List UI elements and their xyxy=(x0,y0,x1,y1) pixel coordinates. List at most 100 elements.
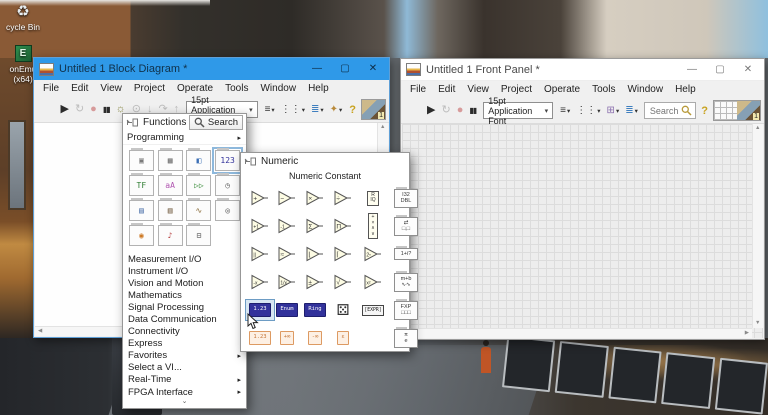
numeric-item-round-to-nearest[interactable]: ≈ xyxy=(277,246,297,262)
numeric-item-absolute-value[interactable]: || xyxy=(250,246,270,262)
numeric-item-fixed-point-submenu[interactable]: FXP□□□ xyxy=(394,301,418,320)
category-express[interactable]: Express xyxy=(123,338,246,350)
close-icon[interactable]: ✕ xyxy=(359,58,387,80)
numeric-item-scaling-submenu[interactable]: m+b∿∿ xyxy=(394,273,418,292)
category-measurement-i-o[interactable]: Measurement I/O xyxy=(123,253,246,265)
numeric-item-ring-constant[interactable]: Ring xyxy=(304,303,325,317)
numeric-item-conversion-submenu[interactable]: I32DBL xyxy=(394,189,418,208)
reorder-dropdown[interactable]: ≣▾ xyxy=(623,105,640,116)
menu-file[interactable]: File xyxy=(37,82,65,95)
minimize-icon[interactable]: — xyxy=(678,59,706,81)
numeric-item-increment[interactable]: +1 xyxy=(250,218,270,234)
abort-button[interactable]: ● xyxy=(455,105,466,116)
distribute-objects-dropdown[interactable]: ⋮⋮▾ xyxy=(279,104,307,115)
menu-file[interactable]: File xyxy=(404,83,432,96)
menu-view[interactable]: View xyxy=(461,83,495,96)
scroll-down-icon[interactable]: ▼ xyxy=(755,321,760,327)
palette-item-boolean[interactable]: TF xyxy=(129,175,154,196)
palette-item-comparison[interactable]: ▷▷ xyxy=(186,175,211,196)
numeric-item-multiply-array-elements[interactable]: Π xyxy=(333,218,353,234)
pin-icon[interactable] xyxy=(126,117,139,128)
menu-tools[interactable]: Tools xyxy=(219,82,254,95)
palette-item-dialog-user-interface[interactable]: ▤ xyxy=(129,200,154,221)
numeric-item-square[interactable]: x² xyxy=(363,274,383,290)
align-objects-dropdown[interactable]: ≡▾ xyxy=(558,105,572,116)
numeric-item-add[interactable]: + xyxy=(250,190,270,206)
numeric-item-quotient-and-remainder[interactable]: RIQ xyxy=(367,191,378,206)
menu-operate[interactable]: Operate xyxy=(538,83,586,96)
maximize-icon[interactable]: ▢ xyxy=(706,59,734,81)
vi-icon-pane[interactable] xyxy=(713,100,761,121)
menu-tools[interactable]: Tools xyxy=(586,83,621,96)
category-instrument-i-o[interactable]: Instrument I/O xyxy=(123,265,246,277)
numeric-item-compound-arithmetic[interactable]: +×∧∨ xyxy=(368,213,378,239)
run-continuously-button[interactable]: ↻ xyxy=(73,104,86,115)
palette-item-numeric[interactable]: 123 xyxy=(215,150,240,171)
maximize-icon[interactable]: ▢ xyxy=(331,58,359,80)
search-box[interactable] xyxy=(644,102,696,119)
menu-help[interactable]: Help xyxy=(302,82,335,95)
vi-icon-pane[interactable] xyxy=(361,99,386,120)
palette-item-timing[interactable]: ◷ xyxy=(215,175,240,196)
category-real-time[interactable]: Real-Time▸ xyxy=(123,374,246,386)
expand-chevron-icon[interactable]: ⌄ xyxy=(123,398,246,408)
numeric-item-divide[interactable]: ÷ xyxy=(333,190,353,206)
numeric-item-complex-submenu[interactable]: 1+i? xyxy=(394,248,418,261)
pin-icon[interactable] xyxy=(244,156,257,167)
align-objects-dropdown[interactable]: ≡▾ xyxy=(263,104,277,115)
category-mathematics[interactable]: Mathematics xyxy=(123,289,246,301)
numeric-item-data-manipulation-submenu[interactable]: ⇄□,□ xyxy=(394,217,418,236)
palette-search-button[interactable]: Search xyxy=(189,115,243,130)
numeric-item-math-scientific-constants-submenu[interactable]: πe xyxy=(394,329,418,348)
abort-button[interactable]: ● xyxy=(88,104,99,115)
context-help-button[interactable]: ? xyxy=(698,105,711,117)
palette-item-cluster-class-variant[interactable]: ◧ xyxy=(186,150,211,171)
palette-item-report-generation[interactable]: ⊟ xyxy=(186,225,211,246)
numeric-item-positive-infinity-constant[interactable]: +∞ xyxy=(280,331,295,345)
numeric-item-negate[interactable]: -x xyxy=(250,274,270,290)
numeric-item-multiply[interactable]: × xyxy=(305,190,325,206)
font-selector-dropdown[interactable]: 15pt Application Font▾ xyxy=(483,102,553,119)
palette-item-array[interactable]: ▦ xyxy=(158,150,183,171)
pause-button[interactable]: ▮▮ xyxy=(101,106,112,114)
numeric-item-round-toward-positive-infinity[interactable]: ⌈ xyxy=(333,246,353,262)
numeric-item-sign[interactable]: ± xyxy=(305,274,325,290)
category-select-a-vi[interactable]: Select a VI... xyxy=(123,362,246,374)
numeric-item-subtract[interactable]: − xyxy=(277,190,297,206)
cleanup-diagram-dropdown[interactable]: ✦▾ xyxy=(328,104,345,115)
menu-edit[interactable]: Edit xyxy=(65,82,94,95)
numeric-item-machine-epsilon[interactable]: ε xyxy=(337,331,348,345)
distribute-objects-dropdown[interactable]: ⋮⋮▾ xyxy=(574,105,602,116)
numeric-item-square-root[interactable]: √ xyxy=(333,274,353,290)
numeric-item-round-toward-negative-infinity[interactable]: ⌊ xyxy=(305,246,325,262)
numeric-item-scale-by-power-of-2[interactable]: 2ⁿ xyxy=(363,246,383,262)
numeric-item-expression-node[interactable]: [EXPR] xyxy=(362,305,383,316)
category-programming[interactable]: Programming ▸ xyxy=(123,131,246,145)
menu-window[interactable]: Window xyxy=(621,83,669,96)
palette-item-structures[interactable]: ▣ xyxy=(129,150,154,171)
palette-item-file-io[interactable]: ▥ xyxy=(158,200,183,221)
category-favorites[interactable]: Favorites▸ xyxy=(123,350,246,362)
scroll-up-icon[interactable]: ▲ xyxy=(755,126,760,132)
scroll-right-icon[interactable]: ▶ xyxy=(745,331,749,337)
menu-view[interactable]: View xyxy=(94,82,128,95)
horizontal-scrollbar[interactable]: ▶ xyxy=(402,328,752,338)
numeric-item-numeric-constant[interactable]: 1.23 xyxy=(249,303,270,317)
palette-item-graphics-sound[interactable]: ♪ xyxy=(158,225,183,246)
category-connectivity[interactable]: Connectivity xyxy=(123,326,246,338)
numeric-item-negative-infinity-constant[interactable]: -∞ xyxy=(308,331,323,345)
run-button[interactable]: ▶ xyxy=(58,104,70,115)
category-data-communication[interactable]: Data Communication xyxy=(123,313,246,325)
close-icon[interactable]: ✕ xyxy=(734,59,762,81)
context-help-button[interactable]: ? xyxy=(346,104,359,116)
pause-button[interactable]: ▮▮ xyxy=(467,107,478,115)
numeric-item-dbl-numeric-constant[interactable]: 1.23 xyxy=(249,331,270,345)
category-signal-processing[interactable]: Signal Processing xyxy=(123,301,246,313)
palette-item-waveform[interactable]: ∿ xyxy=(186,200,211,221)
front-panel-titlebar[interactable]: Untitled 1 Front Panel * — ▢ ✕ xyxy=(401,59,764,81)
palette-item-synchronization[interactable]: ◉ xyxy=(129,225,154,246)
vertical-scrollbar[interactable]: ▲ ▼ xyxy=(752,124,763,328)
front-panel-canvas[interactable]: ▲ ▼ ▶ xyxy=(402,124,763,338)
palette-item-string[interactable]: aA xyxy=(158,175,183,196)
numeric-item-decrement[interactable]: -1 xyxy=(277,218,297,234)
